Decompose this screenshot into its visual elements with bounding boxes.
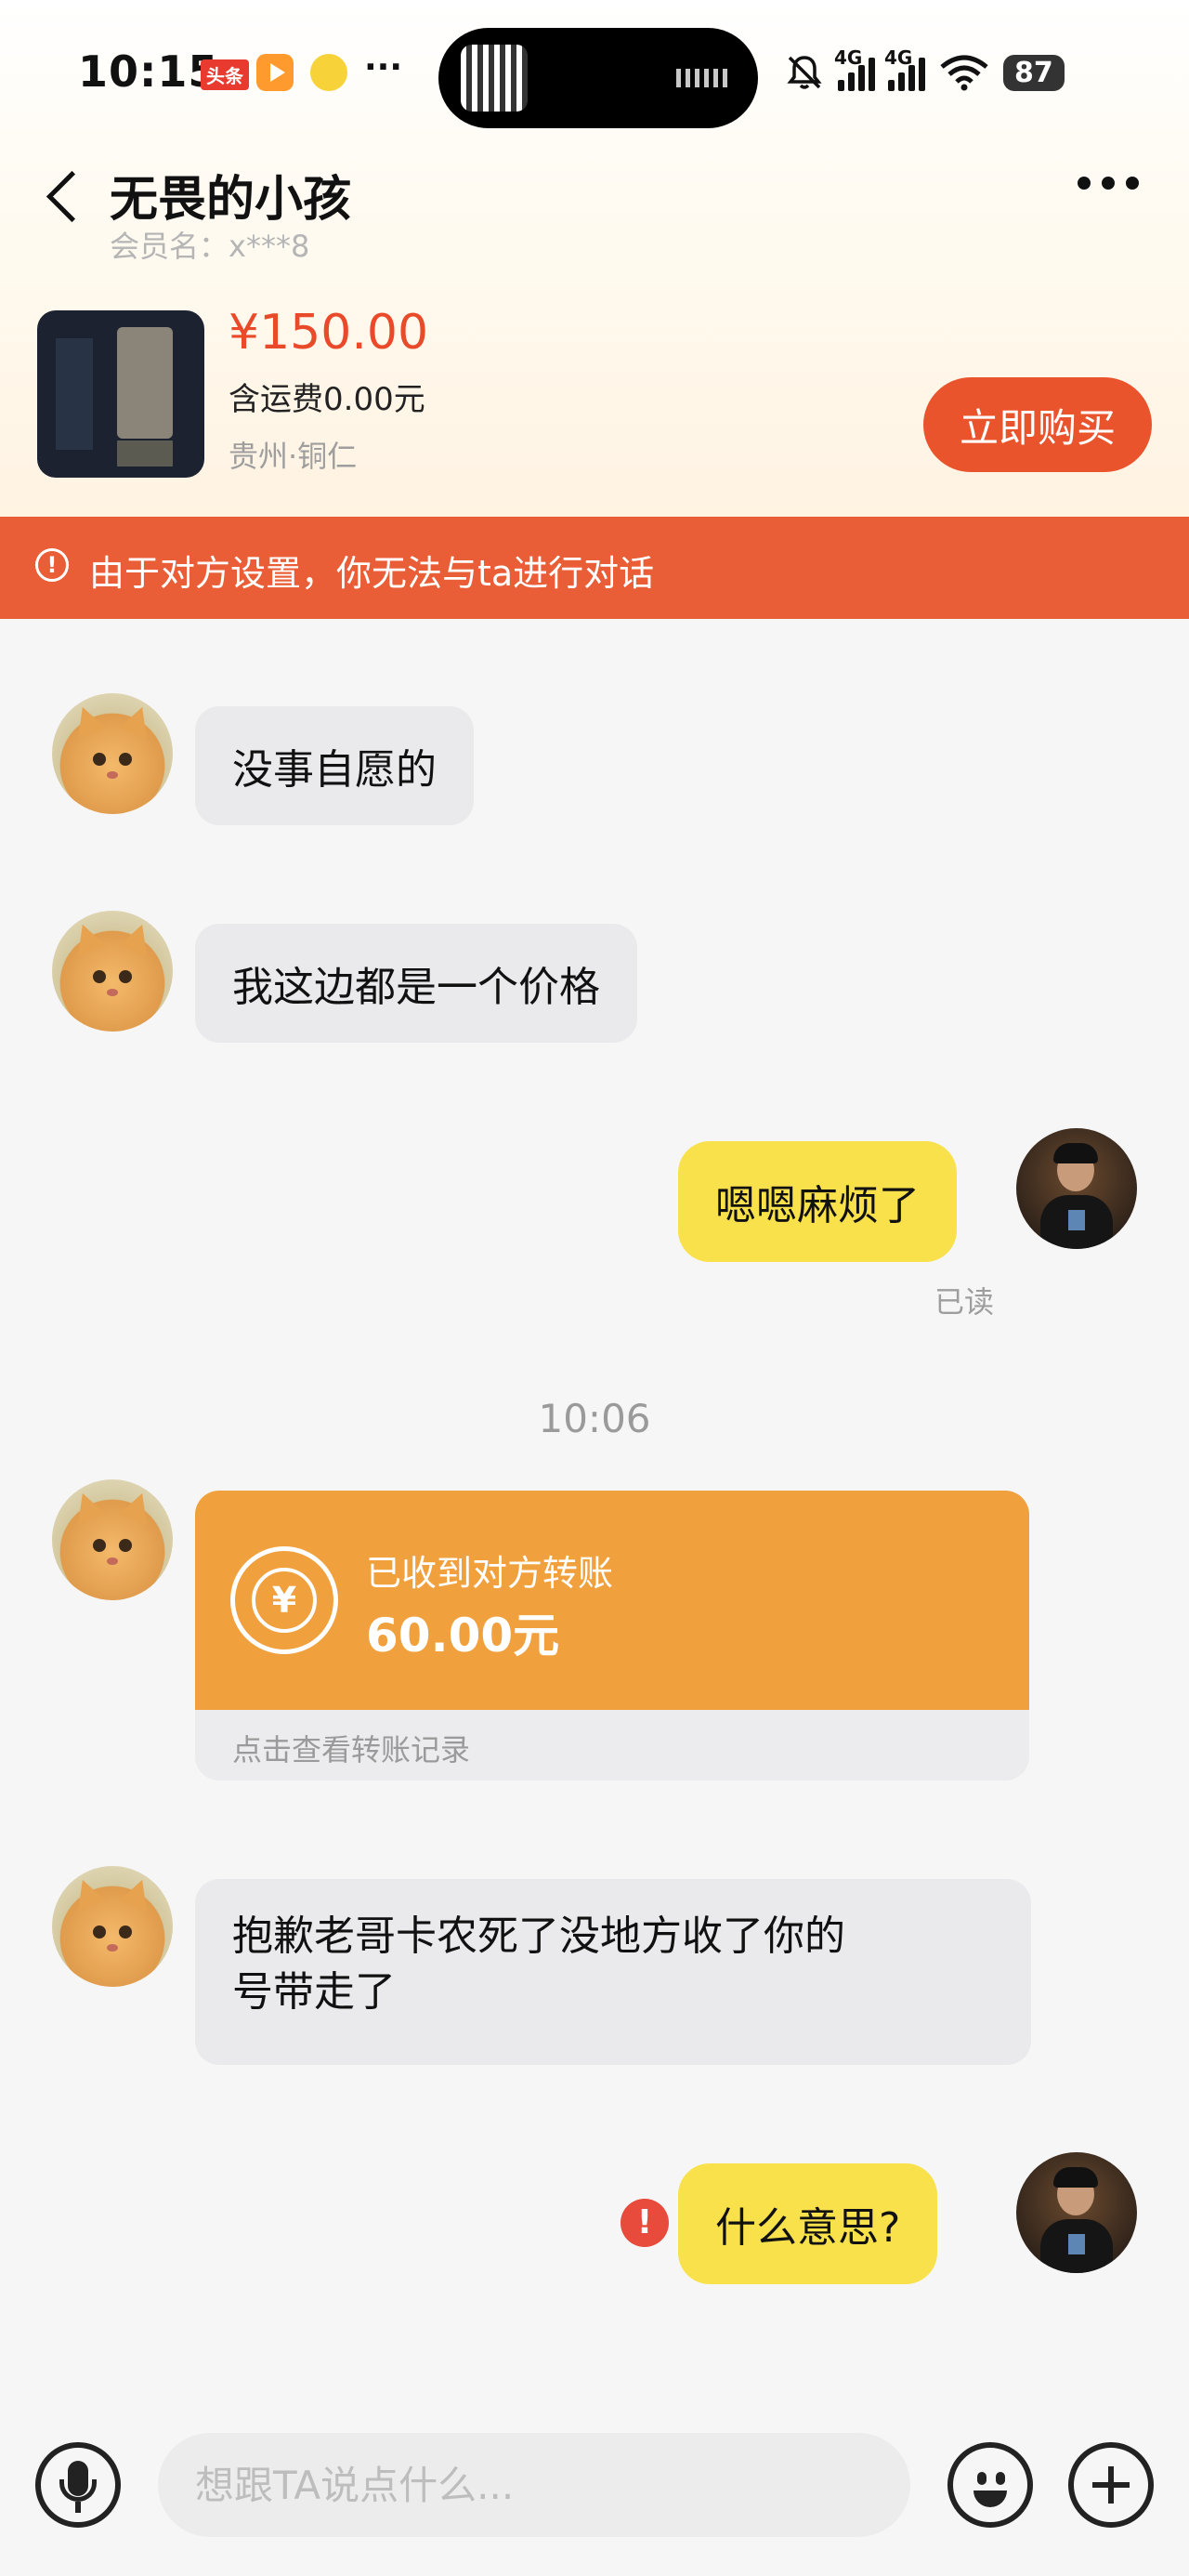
message-line: 抱歉老哥卡农死了没地方收了你的	[232, 1912, 845, 1960]
mute-bell-icon	[787, 56, 822, 89]
outgoing-message[interactable]: 什么意思?	[678, 2163, 938, 2284]
wifi-icon	[940, 55, 988, 91]
music-app-icon	[310, 54, 347, 91]
status-icons: 4G 4G 87	[784, 45, 1065, 100]
smiley-icon	[953, 2448, 1027, 2522]
more-options-icon[interactable]	[1078, 177, 1139, 190]
product-price: ¥150.00	[229, 305, 429, 361]
my-avatar[interactable]	[1016, 2152, 1137, 2273]
transfer-card[interactable]: ¥ 已收到对方转账 60.00元 点击查看转账记录	[195, 1491, 1029, 1781]
more-actions-button[interactable]	[1068, 2442, 1154, 2528]
cellular-signal-icon: 4G	[834, 46, 875, 91]
incoming-message[interactable]: 抱歉老哥卡农死了没地方收了你的 号带走了	[195, 1879, 1031, 2065]
shipping-info: 含运费0.00元	[229, 381, 425, 418]
seller-avatar[interactable]	[52, 911, 173, 1032]
incoming-message[interactable]: 我这边都是一个价格	[195, 924, 637, 1043]
status-time: 10:15	[78, 46, 219, 97]
media-thumbnail	[461, 45, 528, 112]
my-avatar[interactable]	[1016, 1128, 1137, 1249]
message-input[interactable]	[158, 2433, 910, 2537]
seller-avatar[interactable]	[52, 1866, 173, 1987]
plus-icon	[1074, 2448, 1148, 2522]
message-line: 号带走了	[232, 1968, 396, 2016]
read-receipt: 已读	[934, 1284, 995, 1320]
cellular-signal-icon-2: 4G	[884, 46, 925, 91]
restriction-banner: ! 由于对方设置，你无法与ta进行对话	[0, 517, 1189, 619]
transfer-card-header: ¥ 已收到对方转账 60.00元	[195, 1491, 1029, 1710]
product-location: 贵州·铜仁	[229, 439, 358, 474]
audio-wave-icon	[676, 69, 728, 87]
warning-icon: !	[35, 548, 69, 582]
transfer-title: 已收到对方转账	[366, 1553, 614, 1594]
transfer-amount: 60.00元	[366, 1609, 560, 1663]
outgoing-message[interactable]: 嗯嗯麻烦了	[678, 1141, 957, 1262]
voice-input-button[interactable]	[35, 2442, 121, 2528]
transfer-yen-icon: ¥	[230, 1546, 338, 1654]
send-failed-icon[interactable]: !	[621, 2199, 669, 2247]
seller-avatar[interactable]	[52, 1479, 173, 1600]
member-name: 会员名：x***8	[110, 229, 310, 264]
dynamic-island[interactable]	[438, 28, 758, 128]
seller-avatar[interactable]	[52, 693, 173, 814]
toutiao-app-icon: 头条	[201, 59, 249, 90]
battery-indicator: 87	[1003, 54, 1065, 91]
emoji-button[interactable]	[947, 2442, 1033, 2528]
incoming-message[interactable]: 没事自愿的	[195, 706, 474, 825]
time-divider: 10:06	[538, 1396, 651, 1441]
video-app-icon	[256, 54, 294, 91]
product-thumbnail[interactable]	[37, 310, 204, 478]
more-notifications-icon: ···	[364, 48, 403, 86]
chat-title: 无畏的小孩	[110, 172, 352, 228]
transfer-record-link[interactable]: 点击查看转账记录	[232, 1727, 470, 1769]
banner-text: 由于对方设置，你无法与ta进行对话	[89, 553, 655, 594]
microphone-icon	[41, 2448, 115, 2522]
buy-now-button[interactable]: 立即购买	[923, 377, 1152, 472]
